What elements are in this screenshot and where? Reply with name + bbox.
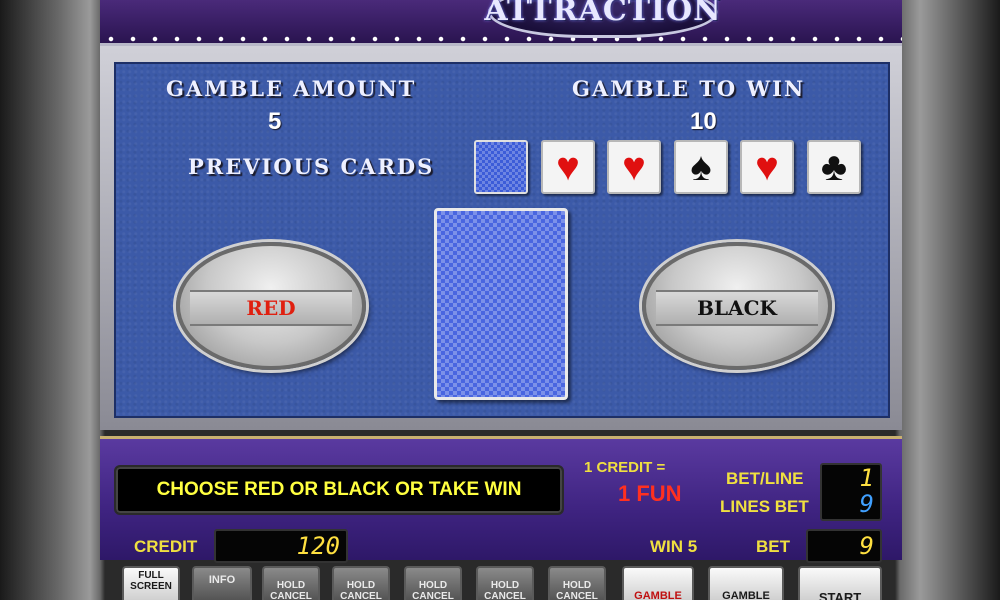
previous-card-spade-icon: ♠ <box>674 140 728 194</box>
credit-value: 120 <box>214 529 348 563</box>
hold-cancel-button-2[interactable]: HOLD CANCEL <box>332 566 390 600</box>
win-label: WIN 5 <box>650 537 698 556</box>
hold-cancel-button-1[interactable]: HOLD CANCEL <box>262 566 320 600</box>
game-logo: ATTRACTION <box>484 0 721 38</box>
cancel-label: CANCEL <box>556 591 598 600</box>
previous-card-heart-icon: ♥ <box>740 140 794 194</box>
bet-line-label: BET/LINE <box>726 469 804 488</box>
info-button[interactable]: INFO <box>192 566 252 600</box>
previous-card-heart-icon: ♥ <box>541 140 595 194</box>
cancel-label: CANCEL <box>484 591 526 600</box>
gamble-card-face-down <box>434 208 568 400</box>
bet-value: 9 <box>806 529 882 563</box>
credit-label: CREDIT <box>134 537 198 556</box>
gamble-red-button[interactable]: GAMBLE <box>622 566 694 600</box>
hold-cancel-button-3[interactable]: HOLD CANCEL <box>404 566 462 600</box>
bet-line-display: 1 9 <box>820 463 882 521</box>
marquee-lights <box>100 36 902 42</box>
gamble-black-label: GAMBLE <box>722 590 770 600</box>
gamble-to-win-label: GAMBLE TO WIN <box>572 76 806 101</box>
full-screen-button[interactable]: FULL SCREEN <box>122 566 180 600</box>
lines-bet-value: 9 <box>859 490 874 518</box>
hold-cancel-button-4[interactable]: HOLD CANCEL <box>476 566 534 600</box>
gamble-to-win-value: 10 <box>690 108 717 135</box>
full-screen-label-2: SCREEN <box>130 581 172 592</box>
red-button-label: RED <box>190 290 352 326</box>
message-display: CHOOSE RED OR BLACK OR TAKE WIN <box>114 465 564 515</box>
button-panel: FULL SCREEN INFO HOLD CANCEL HOLD CANCEL… <box>100 560 902 600</box>
gamble-red-label: GAMBLE <box>634 590 682 600</box>
previous-card-back <box>474 140 528 194</box>
red-button[interactable]: RED <box>176 242 366 370</box>
cancel-label: CANCEL <box>270 591 312 600</box>
start-button[interactable]: START <box>798 566 882 600</box>
info-label: INFO <box>208 574 236 586</box>
previous-card-club-icon: ♣ <box>807 140 861 194</box>
start-label: START <box>818 590 862 600</box>
credit-rate-label: 1 CREDIT = <box>584 459 666 476</box>
previous-card-heart-icon: ♥ <box>607 140 661 194</box>
gamble-black-button[interactable]: GAMBLE <box>708 566 784 600</box>
cancel-label: CANCEL <box>340 591 382 600</box>
cancel-label: CANCEL <box>412 591 454 600</box>
gamble-amount-value: 5 <box>268 108 282 135</box>
gamble-panel-frame: GAMBLE AMOUNT 5 GAMBLE TO WIN 10 PREVIOU… <box>100 46 902 430</box>
bet-line-value: 1 <box>859 464 874 492</box>
lines-bet-label: LINES BET <box>720 497 809 516</box>
black-button[interactable]: BLACK <box>642 242 832 370</box>
previous-cards-label: PREVIOUS CARDS <box>188 154 435 179</box>
gamble-panel: GAMBLE AMOUNT 5 GAMBLE TO WIN 10 PREVIOU… <box>114 62 890 418</box>
hold-cancel-button-5[interactable]: HOLD CANCEL <box>548 566 606 600</box>
gamble-amount-label: GAMBLE AMOUNT <box>166 76 417 101</box>
game-title: ATTRACTION <box>484 0 722 28</box>
bet-label: BET <box>756 537 790 556</box>
info-console: CHOOSE RED OR BLACK OR TAKE WIN 1 CREDIT… <box>100 436 902 563</box>
black-button-label: BLACK <box>656 290 818 326</box>
credit-rate-value: 1 FUN <box>618 481 682 506</box>
top-banner: ATTRACTION <box>100 0 902 46</box>
